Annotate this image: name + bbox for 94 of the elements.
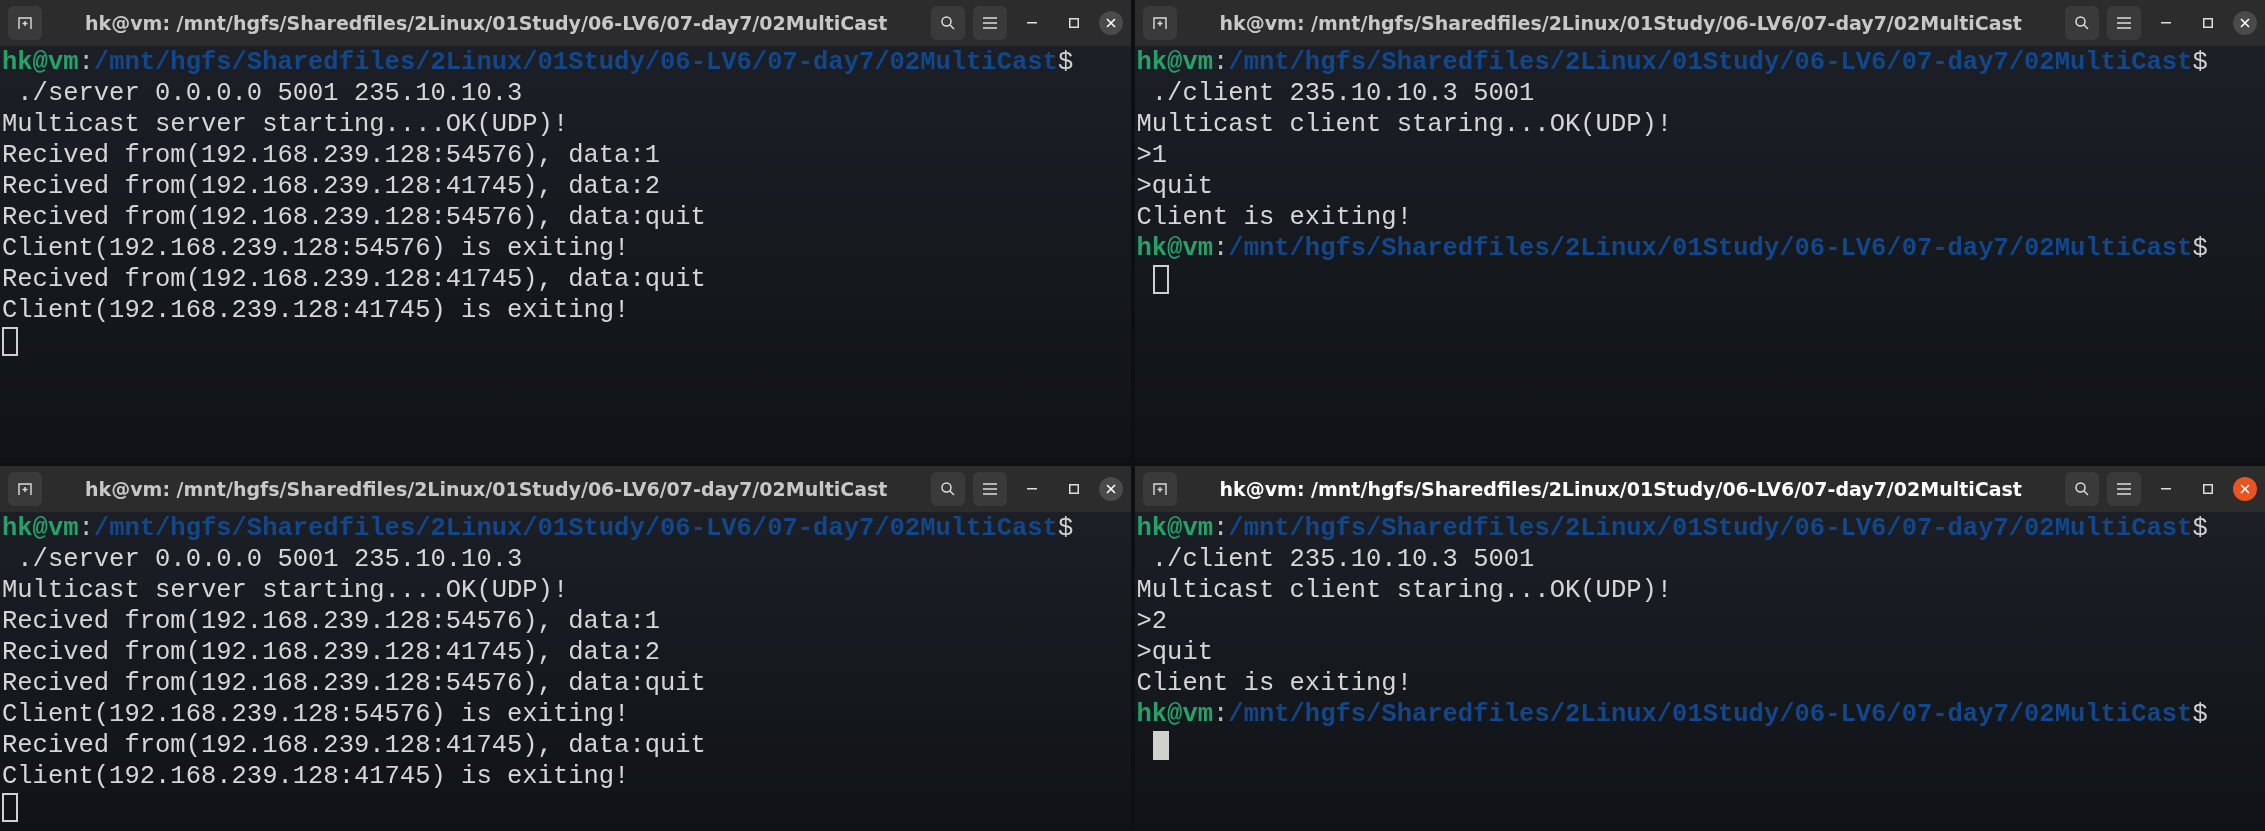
terminal-output-line: ./client 235.10.10.3 5001 [1150,78,1535,109]
terminal-output-line: Client(192.168.239.128:54576) is exiting! [2,233,630,264]
prompt-path: /mnt/hgfs/Sharedfiles/2Linux/01Study/06-LV6/07-day7/02MultiCast [1228,699,2193,730]
menu-icon [2117,17,2131,29]
search-icon [2074,15,2090,31]
terminal-output-line: ./server 0.0.0.0 5001 235.10.10.3 [16,78,523,109]
close-button[interactable] [2233,477,2257,501]
terminal-output-line: >2 [1136,606,1168,637]
maximize-icon [1068,484,1079,494]
window-title: hk@vm: /mnt/hgfs/Sharedfiles/2Linux/01Study/06-LV6/07-day7/02MultiCast [1219,10,2022,36]
menu-icon [2117,483,2131,495]
menu-button[interactable] [972,6,1007,40]
close-button[interactable] [1098,477,1123,501]
terminal-output-line: Recived from(192.168.239.128:54576), data:quit [2,668,706,699]
terminal-output-line: Recived from(192.168.239.128:54576), data:1 [2,140,660,171]
prompt-separator: : [1213,699,1229,730]
terminal-output-line: Client is exiting! [1136,668,1412,699]
prompt-separator: : [1213,233,1229,264]
new-tab-icon [1151,481,1168,497]
maximize-icon [2203,18,2213,28]
new-tab-button[interactable] [8,472,42,506]
terminal-output-line: ./server 0.0.0.0 5001 235.10.10.3 [16,544,523,575]
minimize-icon [2161,488,2171,490]
prompt-path: /mnt/hgfs/Sharedfiles/2Linux/01Study/06-LV6/07-day7/02MultiCast [93,513,1058,544]
terminal-output-line: >quit [1136,171,1213,202]
close-icon [1105,18,1116,28]
window-title: hk@vm: /mnt/hgfs/Sharedfiles/2Linux/01Study/06-LV6/07-day7/02MultiCast [85,10,888,36]
new-tab-icon [1151,15,1168,31]
prompt-path: /mnt/hgfs/Sharedfiles/2Linux/01Study/06-LV6/07-day7/02MultiCast [93,47,1058,78]
terminal-output-line: Recived from(192.168.239.128:54576), data:quit [2,202,706,233]
terminal-output-line: Recived from(192.168.239.128:41745), data:2 [2,171,660,202]
terminal-output-line: Multicast client staring...OK(UDP)! [1136,109,1673,140]
close-button[interactable] [1098,11,1123,35]
new-tab-button[interactable] [8,6,42,40]
prompt-sign: $ [2192,513,2208,544]
terminal-output-line: Client(192.168.239.128:54576) is exiting! [2,699,630,730]
terminal-output-line: >quit [1136,637,1213,668]
terminal-output-line: ./client 235.10.10.3 5001 [1150,544,1535,575]
prompt-sign: $ [2192,233,2208,264]
new-tab-button[interactable] [1142,472,1177,506]
prompt-user: hk@vm [1136,47,1213,78]
menu-icon [982,483,997,495]
terminal-output-line: Client is exiting! [1136,202,1412,233]
prompt-sign: $ [2192,699,2208,730]
prompt-sign: $ [1057,47,1074,78]
prompt-separator: : [1213,513,1229,544]
minimize-icon [2161,22,2171,24]
terminal-output-line: Multicast client staring...OK(UDP)! [1136,575,1673,606]
terminal-output-line: Recived from(192.168.239.128:54576), data:1 [2,606,660,637]
maximize-icon [1068,18,1079,28]
prompt-user: hk@vm [1136,513,1213,544]
maximize-icon [2203,484,2213,494]
menu-button[interactable] [2107,6,2141,40]
prompt-user: hk@vm [2,513,79,544]
window-title: hk@vm: /mnt/hgfs/Sharedfiles/2Linux/01Study/06-LV6/07-day7/02MultiCast [85,476,888,502]
prompt-path: /mnt/hgfs/Sharedfiles/2Linux/01Study/06-LV6/07-day7/02MultiCast [1228,513,2193,544]
prompt-path: /mnt/hgfs/Sharedfiles/2Linux/01Study/06-LV6/07-day7/02MultiCast [1228,47,2193,78]
terminal-output-line: Multicast server starting....OK(UDP)! [2,109,569,140]
prompt-sign: $ [2192,47,2208,78]
search-button[interactable] [2065,472,2099,506]
minimize-icon [1026,488,1037,490]
terminal-output-line: Recived from(192.168.239.128:41745), data:quit [2,730,706,761]
close-icon [2240,18,2250,28]
menu-icon [982,17,997,29]
new-tab-icon [17,481,33,497]
prompt-path: /mnt/hgfs/Sharedfiles/2Linux/01Study/06-LV6/07-day7/02MultiCast [1228,233,2193,264]
minimize-icon [1026,22,1037,24]
menu-button[interactable] [972,472,1007,506]
terminal-output-line: Recived from(192.168.239.128:41745), data:2 [2,637,660,668]
prompt-user: hk@vm [1136,699,1213,730]
window-title: hk@vm: /mnt/hgfs/Sharedfiles/2Linux/01Study/06-LV6/07-day7/02MultiCast [1219,476,2022,502]
close-button[interactable] [2233,11,2257,35]
menu-button[interactable] [2107,472,2141,506]
prompt-separator: : [1213,47,1229,78]
prompt-separator: : [78,47,94,78]
search-icon [939,481,956,497]
prompt-user: hk@vm [2,47,79,78]
search-icon [2074,481,2090,497]
terminal-output-line: Client(192.168.239.128:41745) is exiting! [2,295,630,326]
terminal-output-line: Recived from(192.168.239.128:41745), data:quit [2,264,706,295]
terminal-output-line: Multicast server starting....OK(UDP)! [2,575,569,606]
search-button[interactable] [930,472,965,506]
terminal-output-line: Client(192.168.239.128:41745) is exiting! [2,761,630,792]
search-icon [939,15,956,31]
new-tab-button[interactable] [1142,6,1177,40]
prompt-sign: $ [1057,513,1074,544]
terminal-output-line: >1 [1136,140,1168,171]
close-icon [2240,484,2250,494]
prompt-separator: : [78,513,94,544]
search-button[interactable] [930,6,965,40]
close-icon [1105,484,1116,494]
new-tab-icon [17,15,33,31]
search-button[interactable] [2065,6,2099,40]
prompt-user: hk@vm [1136,233,1213,264]
